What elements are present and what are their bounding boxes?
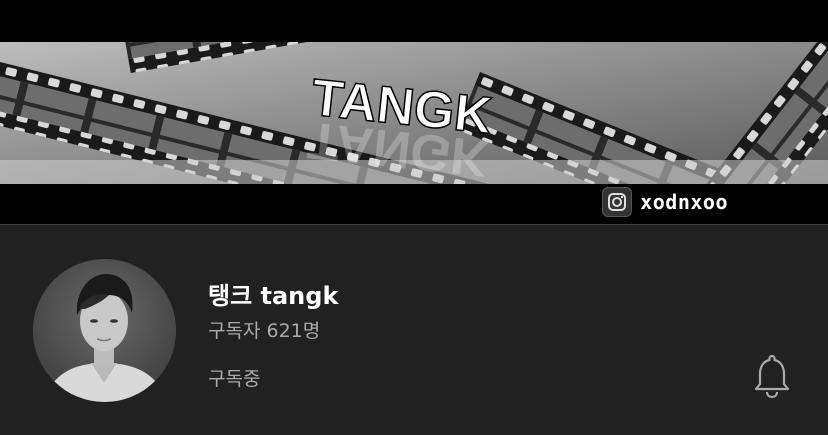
avatar-photo [33,259,176,402]
channel-banner: TANGK TANGK xodnxoo [0,42,828,224]
channel-avatar[interactable] [33,259,176,402]
banner-title-group: TANGK TANGK [305,68,496,184]
channel-name: 탱크 tangk [208,282,339,310]
subscriber-count: 구독자 621명 [208,320,321,342]
instagram-link[interactable]: xodnxoo [602,187,728,217]
channel-page: TANGK TANGK xodnxoo 탱크 tangk 구독자 621명 구독… [0,0,828,435]
banner-art: TANGK TANGK [0,42,828,184]
top-black-bar [0,0,828,42]
instagram-handle: xodnxoo [640,190,728,214]
divider [0,224,828,225]
bell-icon [754,354,790,399]
instagram-icon [602,187,633,217]
notification-bell-button[interactable] [752,353,792,399]
subscribed-button[interactable]: 구독중 [208,364,260,391]
